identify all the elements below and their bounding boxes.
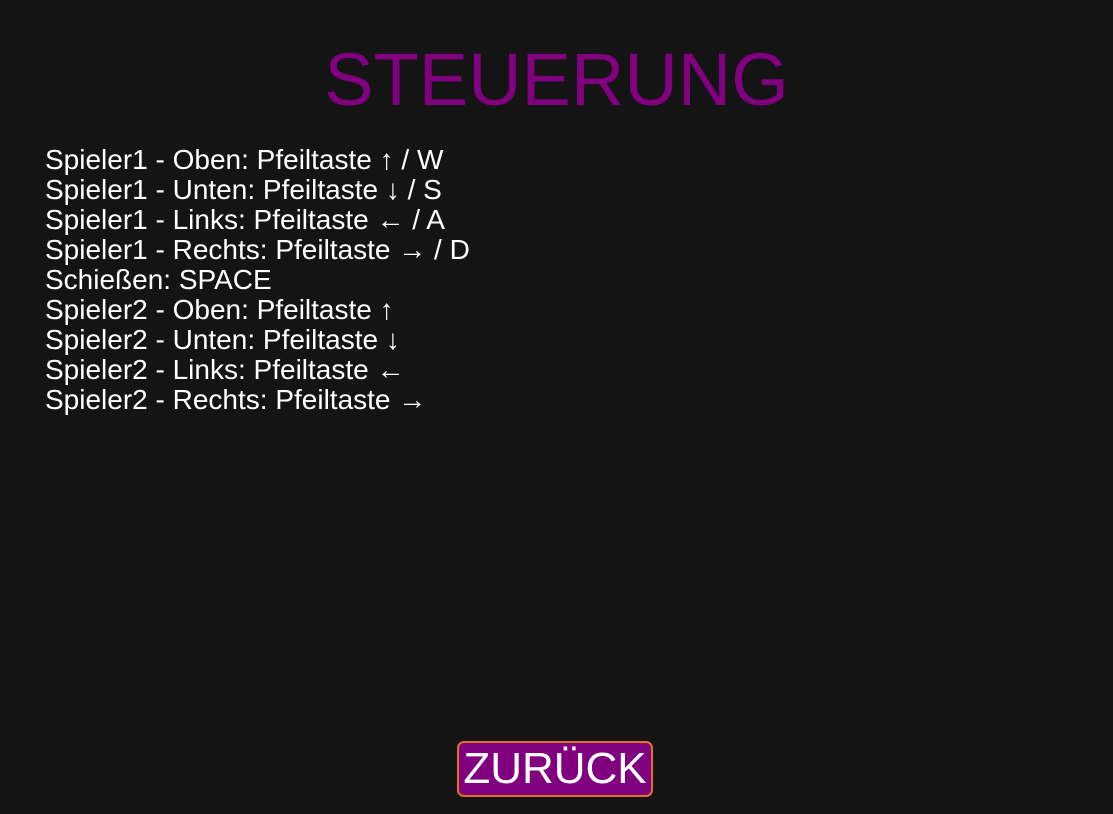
control-line: Schießen: SPACE: [45, 264, 272, 295]
control-line: Spieler2 - Rechts: Pfeiltaste →: [45, 384, 427, 415]
controls-screen: STEUERUNG Spieler1 - Oben: Pfeiltaste ↑ …: [0, 0, 1113, 814]
control-line: Spieler2 - Links: Pfeiltaste ←: [45, 354, 405, 385]
control-line: Spieler1 - Rechts: Pfeiltaste → / D: [45, 234, 470, 265]
control-line: Spieler1 - Unten: Pfeiltaste ↓ / S: [45, 174, 442, 205]
control-line: Spieler2 - Oben: Pfeiltaste ↑: [45, 294, 394, 325]
back-button[interactable]: ZURÜCK: [457, 741, 653, 797]
screen-title: STEUERUNG: [324, 38, 789, 121]
control-line: Spieler2 - Unten: Pfeiltaste ↓: [45, 324, 400, 355]
control-line: Spieler1 - Oben: Pfeiltaste ↑ / W: [45, 144, 444, 175]
controls-list: Spieler1 - Oben: Pfeiltaste ↑ / W Spiele…: [45, 145, 470, 415]
control-line: Spieler1 - Links: Pfeiltaste ← / A: [45, 204, 445, 235]
